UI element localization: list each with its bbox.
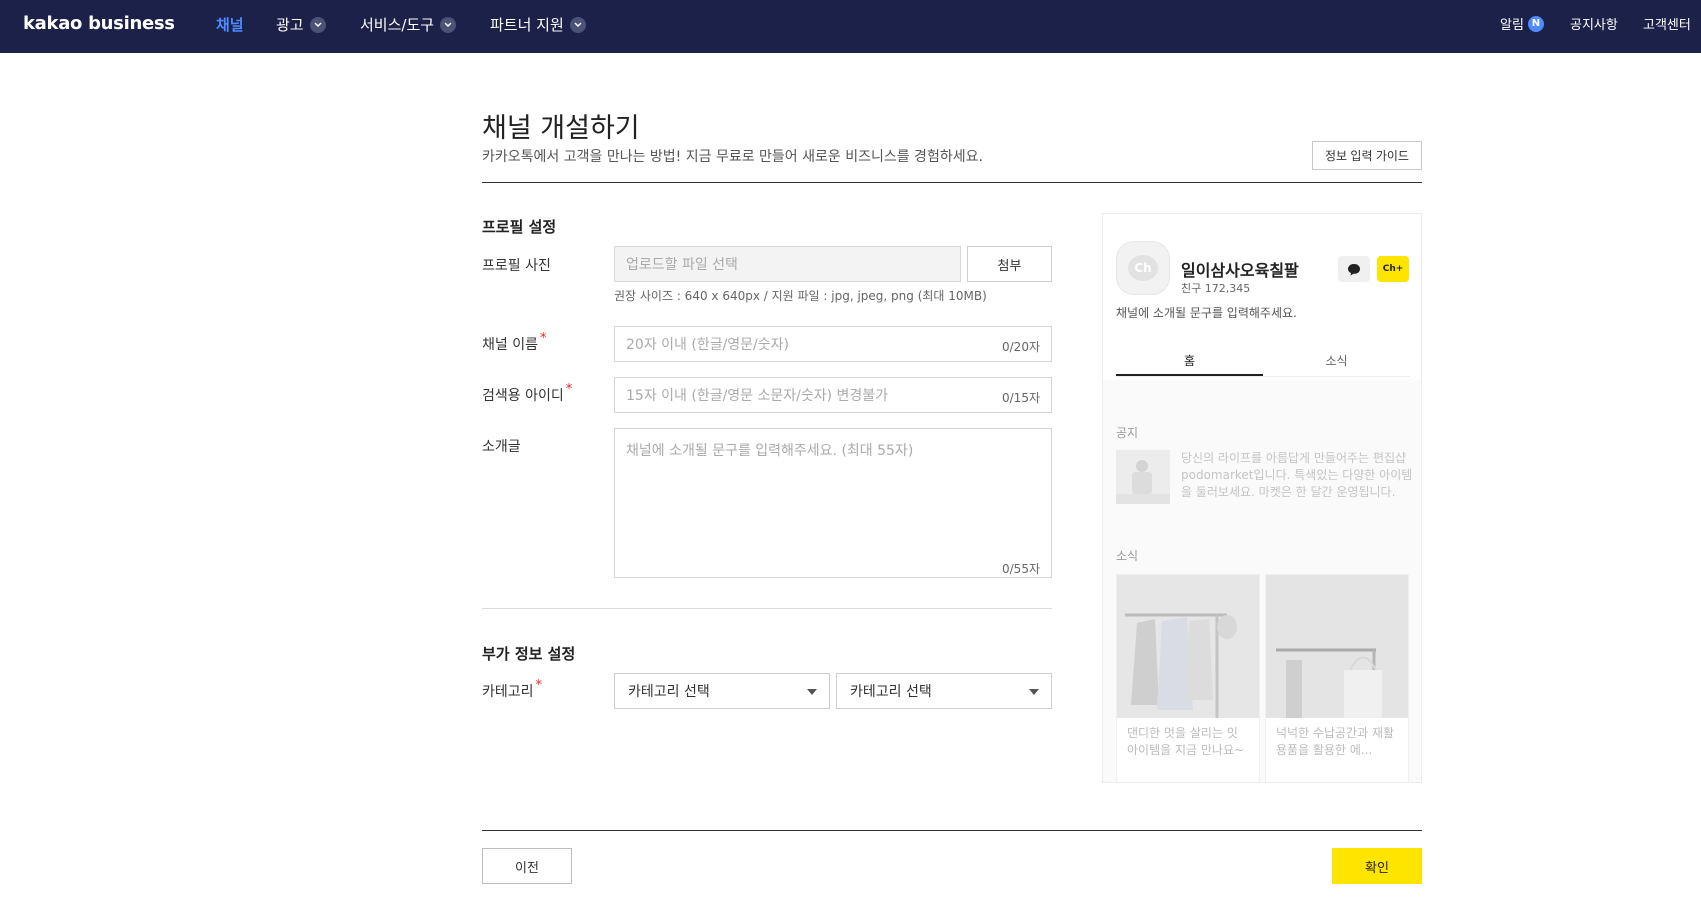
news-card-caption: 넉넉한 수납공간과 재활용품을 활용한 에... [1276,726,1395,757]
chevron-down-icon [440,16,457,33]
nav-services-tools[interactable]: 서비스/도구 [360,14,457,35]
file-field-placeholder: 업로드할 파일 선택 [626,257,738,273]
channel-name-label: 채널 이름 * [482,331,547,354]
category-select-secondary[interactable]: 카테고리 선택 [836,673,1052,709]
clothes-rack-image [1117,575,1259,718]
caret-down-icon [807,689,817,695]
channel-name-counter: 0/20자 [1002,340,1040,354]
preview-friends-count: 친구 172,345 [1181,282,1251,295]
photo-hint: 권장 사이즈 : 640 x 640px / 지원 파일 : jpg, jpeg… [614,289,987,303]
preview-notice-title: 공지 [1116,426,1139,440]
chevron-down-icon [309,16,326,33]
support-link[interactable]: 고객센터 [1643,14,1691,33]
nav-partner-support[interactable]: 파트너 지원 [490,14,586,35]
extra-info-section-title: 부가 정보 설정 [482,645,576,663]
news-card: 댄디한 멋을 살리는 잇 아이템을 지금 만나요~ [1116,574,1260,782]
category-select-secondary-value: 카테고리 선택 [850,684,932,700]
nav-partner-support-label: 파트너 지원 [490,16,564,34]
confirm-button[interactable]: 확인 [1332,848,1422,884]
category-select-primary[interactable]: 카테고리 선택 [614,673,830,709]
notice-link[interactable]: 공지사항 [1570,14,1618,33]
alerts-label: 알림 [1500,18,1524,33]
nav-services-tools-label: 서비스/도구 [360,16,435,34]
channel-preview-panel: Ch 일이삼사오육칠팔 친구 172,345 Ch+ 채널에 소개될 문구를 입… [1102,213,1422,783]
bag-rack-image [1266,575,1408,718]
category-select-primary-value: 카테고리 선택 [628,684,710,700]
channel-avatar: Ch [1116,241,1170,295]
nav-ads-label: 광고 [276,16,304,34]
input-guide-button[interactable]: 정보 입력 가이드 [1312,141,1422,170]
chat-bubble-icon [1338,256,1370,282]
preview-channel-name: 일이삼사오육칠팔 [1181,261,1299,280]
preview-news-title: 소식 [1116,549,1139,563]
page-title: 채널 개설하기 [482,113,640,144]
news-card: 넉넉한 수납공간과 재활용품을 활용한 에... [1265,574,1409,782]
profile-section-title: 프로필 설정 [482,218,557,236]
news-card-caption: 댄디한 멋을 살리는 잇 아이템을 지금 만나요~ [1127,726,1245,757]
profile-photo-label: 프로필 사진 [482,258,551,274]
category-label: 카테고리 * [482,678,543,701]
caret-down-icon [1029,689,1039,695]
profile-photo-file-field[interactable]: 업로드할 파일 선택 [614,246,961,282]
required-mark: * [535,678,543,693]
preview-notice-text: 당신의 라이프를 아름답게 만들어주는 편집샵 podomarket입니다. 특… [1181,451,1413,499]
search-id-placeholder: 15자 이내 (한글/영문 소문자/숫자) 변경불가 [626,388,889,404]
preview-tab-news: 소식 [1325,354,1348,368]
intro-counter: 0/55자 [1002,562,1040,576]
intro-placeholder: 채널에 소개될 문구를 입력해주세요. (최대 55자) [626,443,914,459]
divider [482,182,1422,183]
channel-avatar-mark: Ch [1128,255,1158,281]
alerts-link[interactable]: 알림 N [1500,14,1544,33]
attach-button[interactable]: 첨부 [967,246,1052,282]
nav-ads[interactable]: 광고 [276,14,326,35]
required-mark: * [539,331,547,346]
preview-intro: 채널에 소개될 문구를 입력해주세요. [1116,306,1297,320]
notice-thumbnail [1116,450,1170,504]
new-badge: N [1527,15,1544,32]
nav-channel[interactable]: 채널 [216,14,244,35]
channel-name-label-text: 채널 이름 [482,337,538,353]
intro-label: 소개글 [482,439,521,455]
channel-name-input[interactable]: 20자 이내 (한글/영문/숫자) 0/20자 [614,326,1052,362]
top-navigation-bar: kakao business 채널 광고 서비스/도구 파트너 지원 알림 N … [0,0,1701,53]
category-label-text: 카테고리 [482,684,534,700]
add-channel-icon: Ch+ [1377,256,1409,282]
divider [482,830,1422,831]
kakao-business-logo[interactable]: kakao business [23,13,175,34]
divider [482,608,1052,609]
required-mark: * [565,382,573,397]
chevron-down-icon [569,16,586,33]
search-id-counter: 0/15자 [1002,391,1040,405]
preview-tab-home: 홈 [1116,342,1263,376]
preview-tabs: 홈 소식 [1116,342,1410,377]
page-subtitle: 카카오톡에서 고객을 만나는 방법! 지금 무료로 만들어 새로운 비즈니스를 … [482,149,983,165]
channel-name-placeholder: 20자 이내 (한글/영문/숫자) [626,337,789,353]
intro-textarea[interactable]: 채널에 소개될 문구를 입력해주세요. (최대 55자) 0/55자 [614,428,1052,578]
search-id-input[interactable]: 15자 이내 (한글/영문 소문자/숫자) 변경불가 0/15자 [614,377,1052,413]
nav-channel-label: 채널 [216,16,244,34]
previous-button[interactable]: 이전 [482,848,572,884]
search-id-label: 검색용 아이디 * [482,382,573,405]
search-id-label-text: 검색용 아이디 [482,388,564,404]
